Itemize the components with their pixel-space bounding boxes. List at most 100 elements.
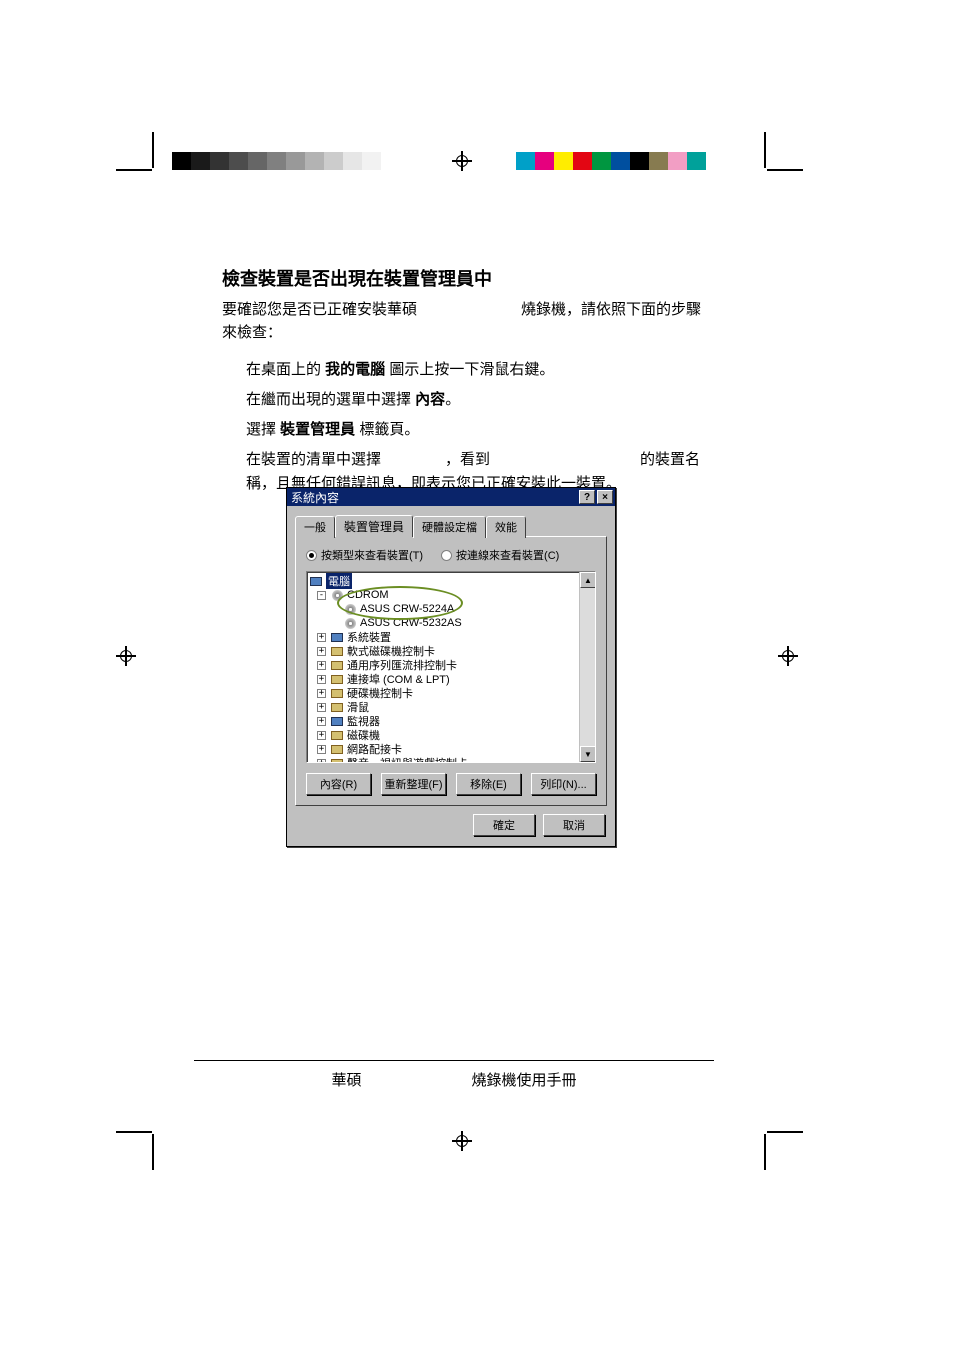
tree-usb-controller[interactable]: +通用序列匯流排控制卡 xyxy=(309,658,593,672)
tab-hardware-profiles[interactable]: 硬體設定檔 xyxy=(413,516,486,538)
tree-mouse[interactable]: +滑鼠 xyxy=(309,700,593,714)
scrollbar[interactable]: ▲ ▼ xyxy=(579,572,595,762)
monitor-icon xyxy=(330,715,344,727)
grayscale-bar xyxy=(172,152,400,170)
mouse-icon xyxy=(330,701,344,713)
scroll-up-button[interactable]: ▲ xyxy=(580,572,596,588)
registration-mark xyxy=(778,646,798,666)
tree-ports[interactable]: +連接埠 (COM & LPT) xyxy=(309,672,593,686)
expand-icon[interactable]: + xyxy=(317,633,326,642)
expand-icon[interactable]: + xyxy=(317,689,326,698)
tree-label: 電腦 xyxy=(326,573,352,589)
dialog-title-bar[interactable]: 系統內容 ? × xyxy=(287,488,615,506)
step-bold: 內容 xyxy=(415,391,445,408)
cdrom-icon xyxy=(343,617,357,629)
tree-sound[interactable]: + 聲音、視訊與遊戲控制卡 xyxy=(309,756,593,763)
step-text: 。 xyxy=(445,391,460,408)
tree-network[interactable]: +網路配接卡 xyxy=(309,742,593,756)
color-bar xyxy=(516,152,706,170)
crop-mark xyxy=(764,132,766,168)
device-icon xyxy=(330,659,344,671)
help-button[interactable]: ? xyxy=(579,490,595,504)
expand-icon[interactable]: + xyxy=(317,745,326,754)
expand-icon[interactable]: + xyxy=(317,675,326,684)
step-text: ，看到 xyxy=(445,451,490,468)
radio-label: 按連線來查看裝置(C) xyxy=(456,547,559,563)
monitor-icon xyxy=(330,631,344,643)
tree-device-1[interactable]: ASUS CRW-5224A xyxy=(309,602,593,616)
expand-icon[interactable]: + xyxy=(317,717,326,726)
collapse-icon[interactable]: - xyxy=(317,591,326,600)
close-button[interactable]: × xyxy=(597,490,613,504)
print-button[interactable]: 列印(N)... xyxy=(531,773,596,795)
footer-brand: 華碩 xyxy=(331,1072,361,1089)
tree-monitor[interactable]: +監視器 xyxy=(309,714,593,728)
network-icon xyxy=(330,743,344,755)
tab-performance[interactable]: 效能 xyxy=(486,516,526,538)
cancel-button[interactable]: 取消 xyxy=(543,814,605,836)
device-icon xyxy=(330,645,344,657)
registration-mark xyxy=(116,646,136,666)
tree-device-2[interactable]: ASUS CRW-5232AS xyxy=(309,616,593,630)
crop-mark xyxy=(116,169,152,171)
tree-label: 聲音、視訊與遊戲控制卡 xyxy=(347,755,468,763)
crop-mark xyxy=(767,1131,803,1133)
footer-text: 華碩 燒錄機使用手冊 xyxy=(194,1069,714,1090)
footer-divider xyxy=(194,1060,714,1061)
radio-view-by-connection[interactable]: 按連線來查看裝置(C) xyxy=(441,547,559,563)
step-bold: 裝置管理員 xyxy=(280,421,355,438)
crop-mark xyxy=(767,169,803,171)
step-text: 在桌面上的 xyxy=(246,361,325,378)
port-icon xyxy=(330,673,344,685)
tree-root[interactable]: 電腦 xyxy=(309,574,593,588)
scroll-down-button[interactable]: ▼ xyxy=(580,746,596,762)
properties-button[interactable]: 內容(R) xyxy=(306,773,371,795)
tree-disk[interactable]: +磁碟機 xyxy=(309,728,593,742)
tree-cdrom[interactable]: - CDROM xyxy=(309,588,593,602)
crop-mark xyxy=(116,1131,152,1133)
registration-mark xyxy=(452,151,472,171)
tab-general[interactable]: 一般 xyxy=(295,516,335,538)
step-text: 選擇 xyxy=(246,421,280,438)
computer-icon xyxy=(309,575,323,587)
tree-label: CDROM xyxy=(347,589,389,601)
dialog-footer: 確定 取消 xyxy=(287,814,615,846)
step-bold: 我的電腦 xyxy=(325,361,385,378)
expand-icon[interactable]: + xyxy=(317,759,326,764)
step-text: 在裝置的清單中選擇 xyxy=(246,451,381,468)
tree-floppy-controller[interactable]: +軟式磁碟機控制卡 xyxy=(309,644,593,658)
tree-hdd-controller[interactable]: +硬碟機控制卡 xyxy=(309,686,593,700)
radio-view-by-type[interactable]: 按類型來查看裝置(T) xyxy=(306,547,423,563)
footer-manual: 燒錄機使用手冊 xyxy=(472,1072,577,1089)
device-icon xyxy=(330,687,344,699)
ok-button[interactable]: 確定 xyxy=(473,814,535,836)
tree-label: ASUS CRW-5224A xyxy=(360,603,454,615)
crop-mark xyxy=(764,1134,766,1170)
expand-icon[interactable]: + xyxy=(317,703,326,712)
sound-icon xyxy=(330,757,344,763)
device-tree[interactable]: 電腦 - CDROM ASUS CRW-5224A ASUS CRW-5232AS… xyxy=(306,571,596,763)
steps-list: 在桌面上的 我的電腦 圖示上按一下滑鼠右鍵。 在繼而出現的選單中選擇 內容。 選… xyxy=(246,358,712,496)
tab-panel: 按類型來查看裝置(T) 按連線來查看裝置(C) 電腦 - CDROM ASUS C… xyxy=(295,536,607,806)
radio-dot-icon xyxy=(441,550,452,561)
expand-icon[interactable]: + xyxy=(317,647,326,656)
disk-icon xyxy=(330,729,344,741)
section-title: 檢查裝置是否出現在裝置管理員中 xyxy=(222,265,712,291)
step-text: 圖示上按一下滑鼠右鍵。 xyxy=(385,361,554,378)
refresh-button[interactable]: 重新整理(F) xyxy=(381,773,446,795)
tree-label: ASUS CRW-5232AS xyxy=(360,617,462,629)
tree-system-devices[interactable]: +系統裝置 xyxy=(309,630,593,644)
remove-button[interactable]: 移除(E) xyxy=(456,773,521,795)
system-properties-dialog: 系統內容 ? × 一般 裝置管理員 硬體設定檔 效能 按類型來查看裝置(T) 按… xyxy=(286,487,616,847)
tab-device-manager[interactable]: 裝置管理員 xyxy=(335,515,413,537)
registration-mark xyxy=(452,1131,472,1151)
step-2: 在繼而出現的選單中選擇 內容。 xyxy=(246,388,712,412)
crop-mark xyxy=(152,1134,154,1170)
cdrom-icon xyxy=(330,589,344,601)
step-text: 在繼而出現的選單中選擇 xyxy=(246,391,415,408)
expand-icon[interactable]: + xyxy=(317,731,326,740)
cdrom-icon xyxy=(343,603,357,615)
step-3: 選擇 裝置管理員 標籤頁。 xyxy=(246,418,712,442)
tabs-row: 一般 裝置管理員 硬體設定檔 效能 xyxy=(295,514,607,536)
expand-icon[interactable]: + xyxy=(317,661,326,670)
